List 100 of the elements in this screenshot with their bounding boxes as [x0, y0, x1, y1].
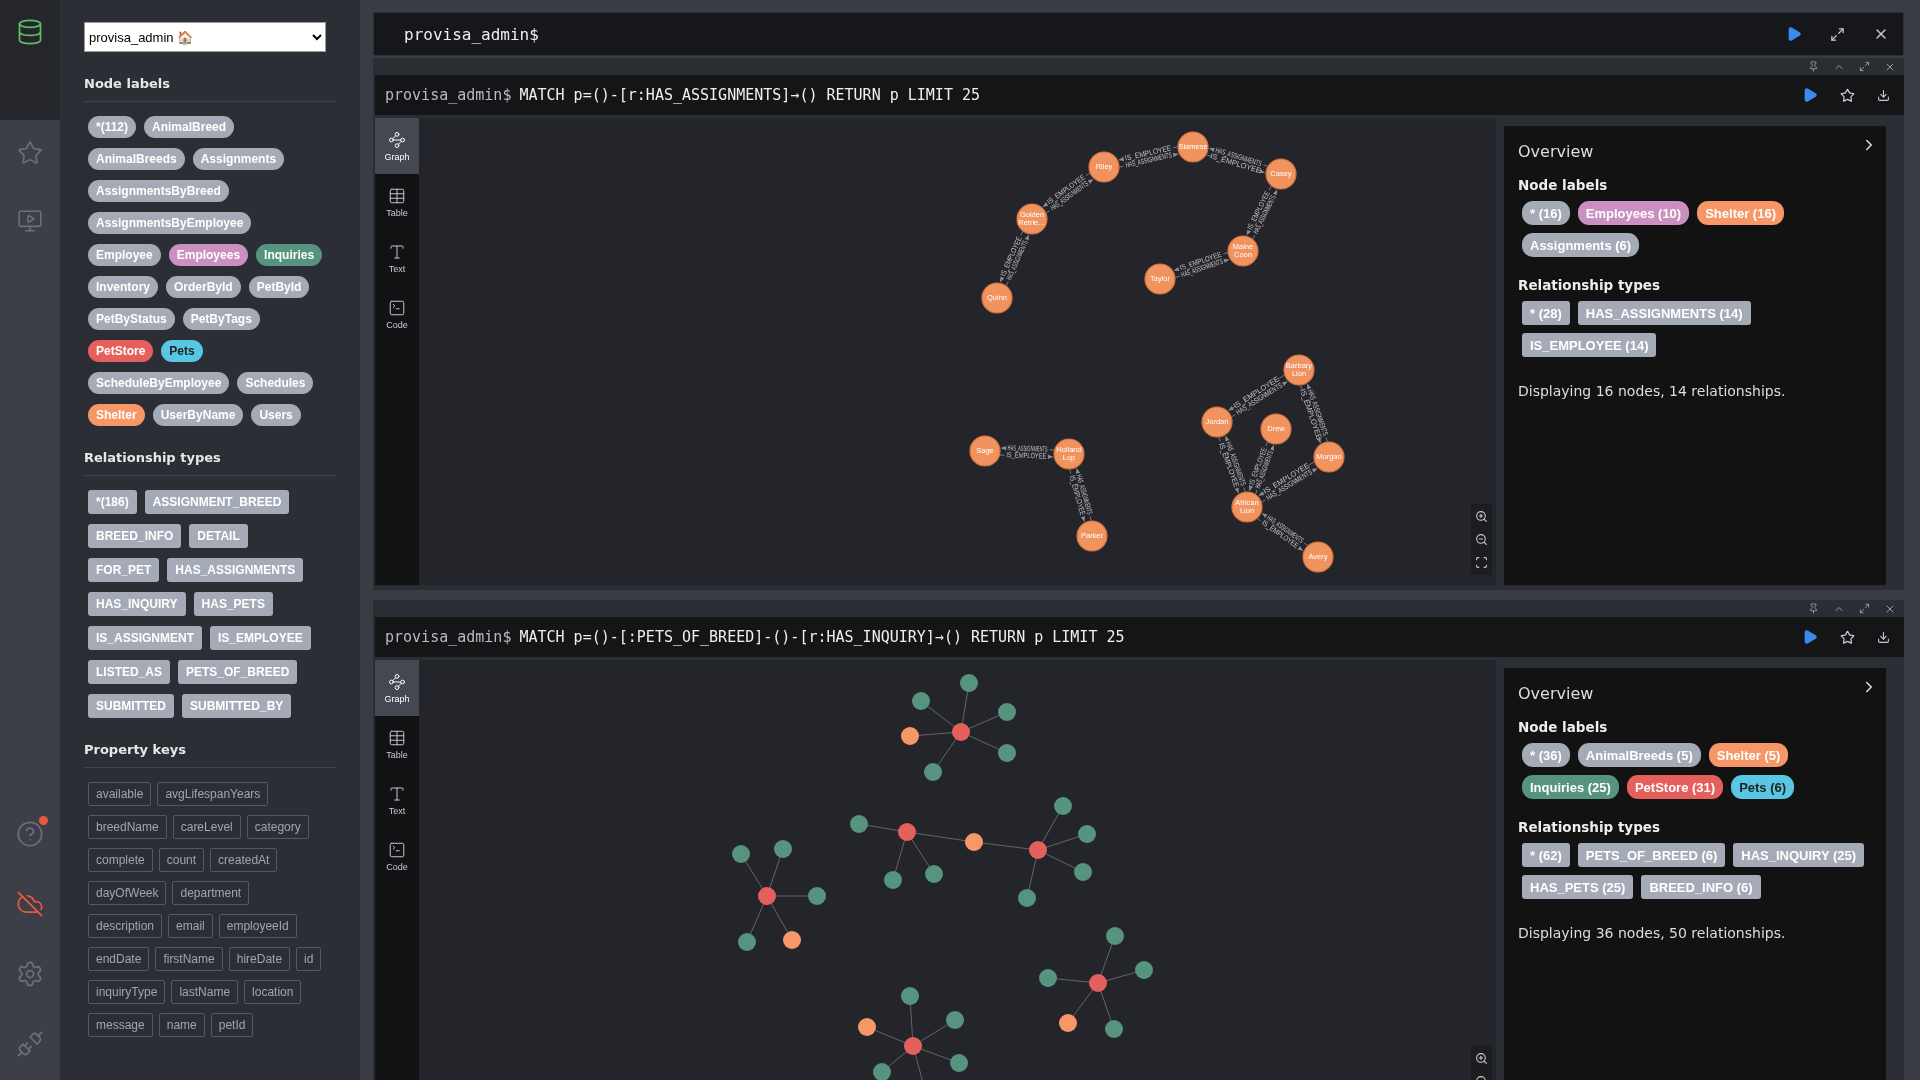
label-tag[interactable]: AnimalBreed: [144, 116, 235, 138]
view-tab[interactable]: Text: [375, 230, 419, 286]
label-tag[interactable]: Assignments: [192, 148, 285, 170]
cloud-off-icon[interactable]: [16, 890, 44, 918]
pin-icon[interactable]: [1808, 61, 1819, 72]
label-tag[interactable]: AnimalBreeds: [88, 148, 185, 170]
graph-node[interactable]: [965, 833, 983, 851]
label-tag[interactable]: PetById: [248, 276, 310, 298]
graph-node[interactable]: [1018, 889, 1036, 907]
view-tab[interactable]: Graph: [375, 660, 419, 716]
graph-node[interactable]: [1106, 927, 1124, 945]
download-icon[interactable]: [1877, 630, 1890, 644]
graph-node[interactable]: [808, 887, 826, 905]
property-key[interactable]: endDate: [88, 947, 150, 971]
graph-node[interactable]: [732, 845, 750, 863]
database-select[interactable]: provisa_admin 🏠: [84, 22, 326, 52]
property-key[interactable]: avgLifespanYears: [157, 782, 269, 806]
graph-node[interactable]: [898, 823, 916, 841]
label-tag[interactable]: Employees (10): [1577, 201, 1690, 225]
relationship-tag[interactable]: BREED_INFO: [88, 524, 182, 548]
relationship-tag[interactable]: IS_ASSIGNMENT: [88, 626, 202, 650]
label-tag[interactable]: PetByTags: [182, 308, 260, 330]
graph-node[interactable]: [1074, 863, 1092, 881]
label-tag[interactable]: PetStore: [88, 340, 154, 362]
relationship-tag[interactable]: PETS_OF_BREED: [178, 660, 298, 684]
zoom-in-icon[interactable]: [1475, 1052, 1488, 1065]
property-key[interactable]: name: [158, 1013, 205, 1037]
label-tag[interactable]: AssignmentsByEmployee: [88, 212, 252, 234]
view-tab[interactable]: Text: [375, 772, 419, 828]
property-key[interactable]: location: [244, 980, 302, 1004]
label-tag[interactable]: PetStore (31): [1626, 775, 1724, 799]
relationship-tag[interactable]: HAS_ASSIGNMENTS: [167, 558, 304, 582]
graph-node[interactable]: [1302, 541, 1334, 573]
graph-node[interactable]: [946, 1011, 964, 1029]
relationship-tag[interactable]: ASSIGNMENT_BREED: [144, 490, 290, 514]
graph-node[interactable]: [904, 1037, 922, 1055]
label-tag[interactable]: Shelter: [88, 404, 145, 426]
zoom-out-icon[interactable]: [1475, 533, 1488, 546]
label-tag[interactable]: * (36): [1522, 743, 1570, 767]
graph-node[interactable]: [1076, 520, 1108, 552]
graph-node[interactable]: [998, 703, 1016, 721]
run-button[interactable]: [1802, 629, 1818, 645]
relationship-tag[interactable]: DETAIL: [189, 524, 248, 548]
relationship-tag[interactable]: * (28): [1522, 301, 1570, 325]
label-tag[interactable]: Employee: [88, 244, 161, 266]
graph-node[interactable]: [901, 987, 919, 1005]
graph-node[interactable]: [774, 840, 792, 858]
label-tag[interactable]: UserByName: [152, 404, 244, 426]
property-key[interactable]: department: [172, 881, 250, 905]
property-key[interactable]: id: [296, 947, 322, 971]
graph-node[interactable]: [924, 763, 942, 781]
relationship-tag[interactable]: HAS_INQUIRY (25): [1733, 843, 1865, 867]
property-key[interactable]: count: [158, 848, 205, 872]
label-tag[interactable]: *(112): [88, 116, 137, 138]
relationship-tag[interactable]: FOR_PET: [88, 558, 160, 582]
property-key[interactable]: employeeId: [218, 914, 297, 938]
graph-node[interactable]: [758, 887, 776, 905]
graph-node[interactable]: [1078, 825, 1096, 843]
label-tag[interactable]: AnimalBreeds (5): [1577, 743, 1701, 767]
star-icon[interactable]: [17, 140, 43, 166]
view-tab[interactable]: Table: [375, 716, 419, 772]
favorite-icon[interactable]: [1840, 87, 1855, 103]
graph-node[interactable]: [884, 871, 902, 889]
property-key[interactable]: email: [168, 914, 213, 938]
graph-node[interactable]: [952, 723, 970, 741]
property-key[interactable]: careLevel: [172, 815, 241, 839]
expand-icon[interactable]: [1859, 61, 1870, 72]
relationship-tag[interactable]: SUBMITTED: [88, 694, 174, 718]
label-tag[interactable]: Schedules: [237, 372, 314, 394]
relationship-tag[interactable]: HAS_PETS (25): [1522, 875, 1634, 899]
label-tag[interactable]: Assignments (6): [1522, 233, 1640, 257]
label-tag[interactable]: Shelter (5): [1708, 743, 1789, 767]
graph-node[interactable]: [960, 674, 978, 692]
graph-node[interactable]: [858, 1018, 876, 1036]
graph-node[interactable]: [981, 282, 1013, 314]
graph-node[interactable]: [912, 692, 930, 710]
property-key[interactable]: inquiryType: [88, 980, 166, 1004]
property-key[interactable]: lastName: [171, 980, 239, 1004]
download-icon[interactable]: [1877, 88, 1890, 102]
label-tag[interactable]: Users: [251, 404, 301, 426]
view-tab[interactable]: Code: [375, 828, 419, 884]
graph-node[interactable]: [873, 1063, 891, 1080]
view-tab[interactable]: Graph: [375, 118, 419, 174]
graph-node[interactable]: [901, 727, 919, 745]
graph-node[interactable]: [950, 1054, 968, 1072]
graph-node[interactable]: [783, 931, 801, 949]
favorite-icon[interactable]: [1840, 629, 1855, 645]
property-key[interactable]: description: [88, 914, 163, 938]
relationship-tag[interactable]: HAS_PETS: [193, 592, 273, 616]
graph-node[interactable]: [1144, 263, 1176, 295]
run-button[interactable]: [1802, 87, 1818, 103]
graph-node[interactable]: [1135, 961, 1153, 979]
label-tag[interactable]: PetByStatus: [88, 308, 175, 330]
property-key[interactable]: hireDate: [228, 947, 291, 971]
label-tag[interactable]: AssignmentsByBreed: [88, 180, 229, 202]
relationship-tag[interactable]: BREED_INFO (6): [1641, 875, 1761, 899]
relationship-tag[interactable]: HAS_INQUIRY: [88, 592, 186, 616]
graph-node[interactable]: [1059, 1014, 1077, 1032]
graph-node[interactable]: [1177, 131, 1209, 163]
property-key[interactable]: dayOfWeek: [88, 881, 167, 905]
